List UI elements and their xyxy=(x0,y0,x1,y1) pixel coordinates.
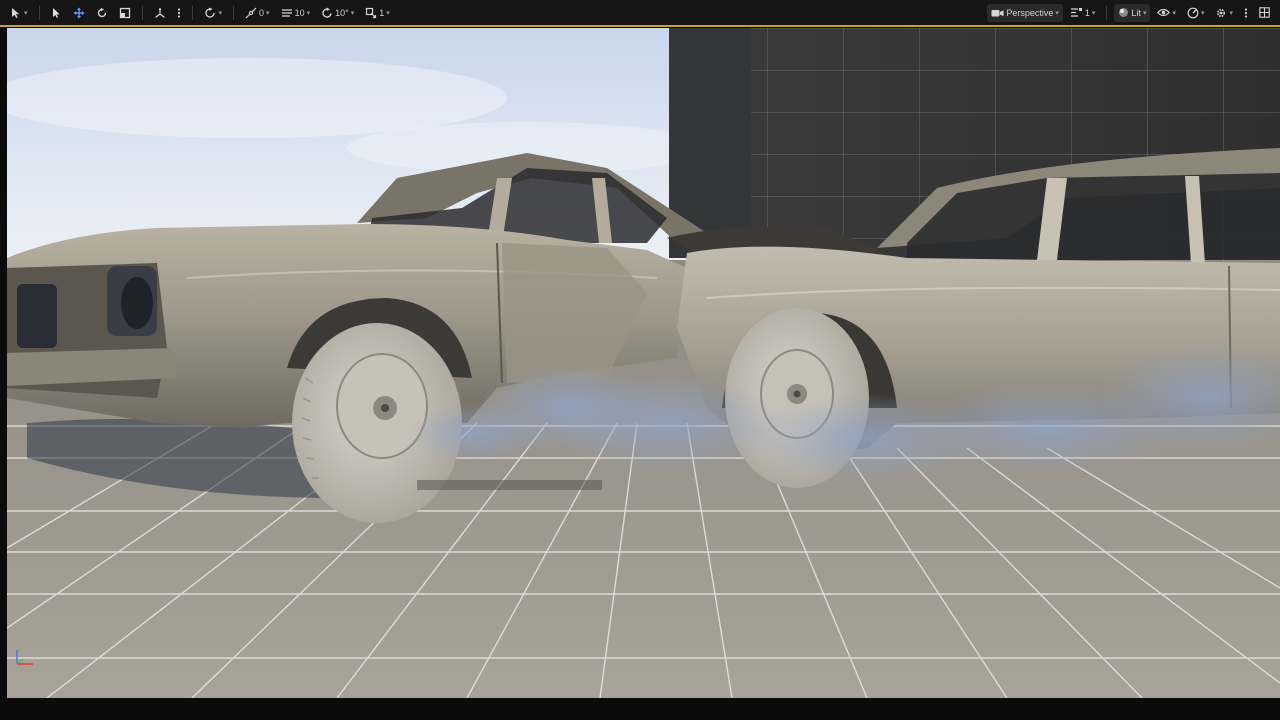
chevron-down-icon: ▾ xyxy=(266,9,270,17)
coordinate-space-icon xyxy=(154,7,166,19)
editor-window: ▾ ▾ 0 ▾ 10 ▾ 10° ▾ 1 ▾ Perspective ▾ 1 ▾… xyxy=(0,0,1280,720)
skid-mark xyxy=(417,480,602,490)
select-tool-button[interactable] xyxy=(47,4,66,22)
toolbar-divider xyxy=(191,5,193,20)
chevron-down-icon: ▾ xyxy=(1172,9,1176,17)
gear-icon xyxy=(1215,7,1227,19)
location-snap-button[interactable]: 10 ▾ xyxy=(277,4,315,22)
move-arrows-icon xyxy=(73,7,85,19)
chevron-down-icon: ▾ xyxy=(24,9,28,17)
scale-snap-value: 1 xyxy=(379,7,385,18)
rotation-snap-icon xyxy=(321,7,333,19)
grid-snap-icon xyxy=(245,7,257,19)
scale-snap-button[interactable]: 1 ▾ xyxy=(361,4,394,22)
toolbar-divider xyxy=(1106,5,1108,20)
surface-snapping-icon xyxy=(204,7,217,19)
viewport-settings-button[interactable]: ▾ xyxy=(1211,4,1237,22)
kebab-menu-icon xyxy=(177,7,181,19)
chevron-down-icon: ▾ xyxy=(350,9,355,17)
chevron-down-icon: ▾ xyxy=(386,9,390,17)
grid-snap-value: 0 xyxy=(259,7,265,18)
chevron-down-icon: ▾ xyxy=(1229,9,1233,17)
more-options-button[interactable] xyxy=(1240,4,1252,22)
chevron-down-icon: ▾ xyxy=(1091,9,1096,17)
toolbar-left: ▾ ▾ 0 ▾ 10 ▾ 10° ▾ 1 ▾ xyxy=(6,4,394,22)
scale-tool-button[interactable] xyxy=(115,4,135,22)
rotation-snap-value: 10° xyxy=(335,7,349,18)
select-mode-button[interactable]: ▾ xyxy=(6,4,32,22)
chevron-down-icon: ▾ xyxy=(1200,9,1205,17)
coordinate-space-button[interactable] xyxy=(150,4,170,22)
lighting-mode-button[interactable]: Lit ▾ xyxy=(1114,3,1151,22)
toolbar-right: Perspective ▾ 1 ▾ Lit ▾ ▾ ▾ ▾ xyxy=(987,3,1274,22)
performance-button[interactable]: ▾ xyxy=(1183,4,1209,22)
lit-sphere-icon xyxy=(1118,7,1129,18)
3d-viewport[interactable] xyxy=(7,28,1280,698)
more-tools-button[interactable] xyxy=(173,4,185,22)
layout-icon xyxy=(1070,7,1083,18)
rotate-icon xyxy=(96,7,108,19)
rotate-tool-button[interactable] xyxy=(92,4,112,22)
show-flags-button[interactable]: ▾ xyxy=(1153,4,1180,22)
kebab-menu-icon xyxy=(1244,7,1248,19)
toolbar-divider xyxy=(141,5,143,20)
location-snap-value: 10 xyxy=(294,7,305,18)
scale-icon xyxy=(119,7,131,19)
grid-layout-icon xyxy=(1259,7,1270,18)
bottom-letterbox xyxy=(0,698,1280,720)
chevron-down-icon: ▾ xyxy=(1142,9,1147,17)
grid-snap-button[interactable]: 0 ▾ xyxy=(241,4,274,22)
view-mode-button[interactable]: Perspective ▾ xyxy=(987,3,1063,22)
viewport-toolbar: ▾ ▾ 0 ▾ 10 ▾ 10° ▾ 1 ▾ Perspective ▾ 1 ▾… xyxy=(0,0,1280,27)
view-mode-label: Perspective xyxy=(1006,7,1054,18)
toolbar-divider xyxy=(38,5,40,20)
toolbar-divider xyxy=(233,5,235,20)
chevron-down-icon: ▾ xyxy=(218,9,223,17)
layout-value: 1 xyxy=(1084,7,1090,18)
camera-icon xyxy=(991,8,1004,18)
chevron-down-icon: ▾ xyxy=(1055,9,1059,17)
axis-gizmo xyxy=(16,650,33,665)
move-tool-button[interactable] xyxy=(69,4,89,22)
arrow-cursor-icon xyxy=(51,7,62,19)
scale-snap-icon xyxy=(365,7,377,19)
chevron-down-icon: ▾ xyxy=(306,9,311,17)
location-grid-icon xyxy=(281,7,293,19)
maximize-viewport-button[interactable] xyxy=(1255,4,1274,22)
rotation-snap-button[interactable]: 10° ▾ xyxy=(317,4,358,22)
lighting-mode-label: Lit xyxy=(1131,7,1141,18)
layout-button[interactable]: 1 ▾ xyxy=(1066,4,1100,22)
viewport-scene xyxy=(7,28,1280,698)
select-mode-icon xyxy=(10,7,22,19)
eye-icon xyxy=(1157,8,1171,17)
surface-snapping-button[interactable]: ▾ xyxy=(200,4,227,22)
gauge-icon xyxy=(1187,7,1199,19)
